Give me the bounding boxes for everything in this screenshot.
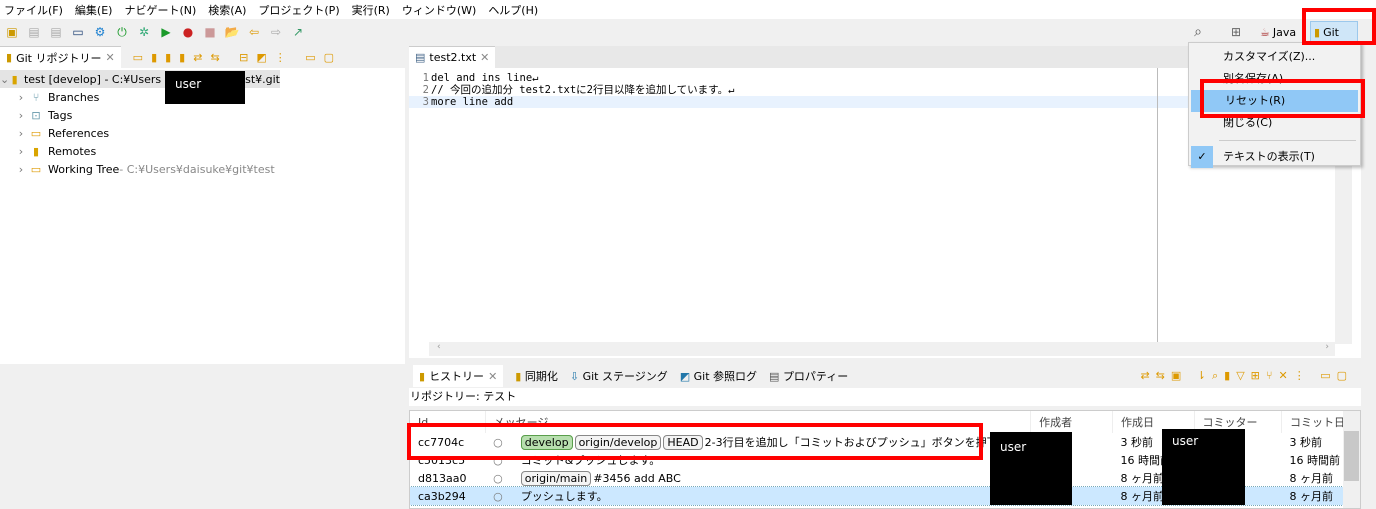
- vertical-scrollbar[interactable]: [1343, 411, 1360, 508]
- remotes-icon: ▮: [32, 144, 40, 158]
- bottom-tab-bar: ▮ ヒストリー ✕ ▮ 同期化 ⇩ Git ステージング ◩ Git 参照ログ ▤ …: [409, 364, 1361, 388]
- java-icon: ☕: [1260, 25, 1270, 39]
- repository-label: リポジトリー: テスト: [409, 388, 1361, 406]
- run-icon[interactable]: ▶: [158, 24, 174, 40]
- folder-icon: ▭: [30, 162, 42, 176]
- perspective-java[interactable]: ☕ Java: [1260, 23, 1296, 41]
- redaction-box: user: [165, 71, 245, 104]
- menu-item-show-text[interactable]: ✓ テキストの表示(T): [1189, 146, 1360, 168]
- new-icon[interactable]: ▣: [4, 24, 20, 40]
- annotation-box-git-perspective: [1302, 8, 1376, 45]
- menu-separator: [1219, 140, 1356, 141]
- open-type-icon[interactable]: 📂: [224, 24, 240, 40]
- stop-icon[interactable]: ■: [202, 24, 218, 40]
- view-tab-bar: ▮ Git リポジトリー ✕ ▭▮▮▮⇄⇆ ⊟◩⋮ ▭▢: [0, 46, 405, 68]
- folder-icon: ▭: [30, 126, 42, 140]
- open-perspective-icon[interactable]: ⊞: [1228, 24, 1244, 40]
- search-icon[interactable]: ⌕: [1190, 24, 1206, 40]
- menu-file[interactable]: ファイル(F): [0, 0, 71, 19]
- view-toolbar-icons[interactable]: ▭▮▮▮⇄⇆ ⊟◩⋮ ▭▢: [133, 51, 342, 64]
- git-repo-icon: ▮: [6, 51, 13, 64]
- tree-item-references[interactable]: › ▭ References: [0, 124, 405, 142]
- menu-item-customize[interactable]: カスタマイズ(Z)...: [1189, 46, 1360, 68]
- back-icon[interactable]: ⇦: [246, 24, 262, 40]
- annotation-box-latest-commit: [407, 423, 983, 460]
- debug-icon[interactable]: ✲: [136, 24, 152, 40]
- menu-search[interactable]: 検索(A): [204, 0, 254, 19]
- tab-test2-txt[interactable]: ▤ test2.txt ✕: [409, 46, 496, 68]
- tab-git-repositories[interactable]: ▮ Git リポジトリー ✕: [0, 46, 121, 68]
- reflog-icon: ◩: [679, 370, 691, 383]
- commit-node-icon: ○: [493, 471, 503, 485]
- run-external-icon[interactable]: ●: [180, 24, 196, 40]
- terminal-icon[interactable]: ▭: [70, 24, 86, 40]
- menu-project[interactable]: プロジェクト(P): [254, 0, 347, 19]
- tree-item-tags[interactable]: › ⊡ Tags: [0, 106, 405, 124]
- properties-icon: ▤: [769, 370, 780, 383]
- sync-icon: ▮: [515, 370, 522, 383]
- tab-git-reflog[interactable]: ◩ Git 参照ログ: [680, 368, 757, 384]
- menu-bar: ファイル(F) 編集(E) ナビゲート(N) 検索(A) プロジェクト(P) 実…: [0, 0, 1376, 19]
- tab-history[interactable]: ▮ ヒストリー ✕: [413, 365, 504, 387]
- menu-navigate[interactable]: ナビゲート(N): [120, 0, 204, 19]
- tab-properties[interactable]: ▤ プロパティー: [769, 368, 848, 384]
- horizontal-scrollbar[interactable]: ‹ ›: [429, 342, 1335, 356]
- save-icon[interactable]: ▤: [26, 24, 42, 40]
- power-icon[interactable]: ⏻: [114, 24, 130, 40]
- ref-badge: origin/main: [520, 470, 592, 486]
- staging-icon: ⇩: [569, 370, 580, 383]
- new-window-icon[interactable]: ↗: [290, 24, 306, 40]
- branches-icon: ⑂: [32, 90, 40, 104]
- redaction-box-committer: user: [1162, 429, 1245, 505]
- close-icon[interactable]: ✕: [488, 370, 497, 383]
- menu-help[interactable]: ヘルプ(H): [484, 0, 546, 19]
- close-icon[interactable]: ✕: [105, 51, 114, 64]
- save-all-icon[interactable]: ▤: [48, 24, 64, 40]
- settings-icon[interactable]: ⚙: [92, 24, 108, 40]
- tags-icon: ⊡: [31, 108, 41, 122]
- redaction-box-author: user: [990, 432, 1072, 505]
- forward-icon[interactable]: ⇨: [268, 24, 284, 40]
- text-file-icon: ▤: [415, 51, 426, 64]
- col-committed: コミット日: [1281, 411, 1345, 433]
- tree-item-remotes[interactable]: › ▮ Remotes: [0, 142, 405, 160]
- check-icon: ✓: [1191, 146, 1213, 168]
- annotation-box-reset: [1200, 79, 1365, 118]
- tab-synchronize[interactable]: ▮ 同期化: [515, 368, 558, 384]
- print-margin: [1157, 68, 1158, 344]
- menu-run[interactable]: 実行(R): [348, 0, 398, 19]
- close-icon[interactable]: ✕: [480, 51, 489, 64]
- main-toolbar: ▣ ▤ ▤ ▭ ⚙ ⏻ ✲ ▶ ● ■ 📂 ⇦ ⇨ ↗: [0, 20, 1376, 44]
- tree-item-working-tree[interactable]: › ▭ Working Tree - C:¥Users¥daisuke¥git¥te…: [0, 160, 405, 178]
- repository-icon: ▮: [11, 72, 18, 86]
- menu-window[interactable]: ウィンドウ(W): [398, 0, 484, 19]
- menu-edit[interactable]: 編集(E): [71, 0, 121, 19]
- commit-node-icon: ○: [493, 490, 503, 503]
- history-toolbar-icons[interactable]: ⇄⇆▣ ⇂⌕▮▽⊞⑂✕⋮ ▭▢: [1140, 369, 1361, 383]
- tab-git-staging[interactable]: ⇩ Git ステージング: [570, 368, 668, 384]
- col-author: 作成者: [1030, 411, 1113, 433]
- history-icon: ▮: [419, 369, 426, 383]
